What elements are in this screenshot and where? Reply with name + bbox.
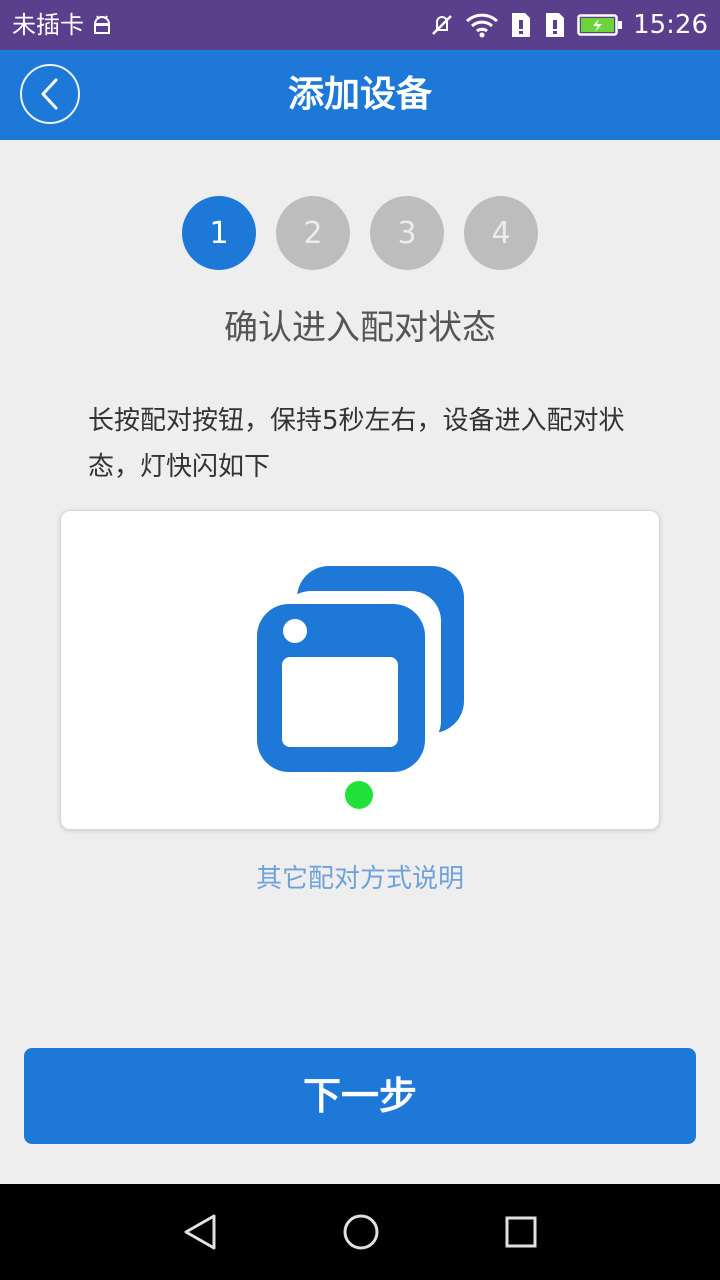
carrier-label: 未插卡 (12, 11, 84, 39)
carrier-status: 未插卡 (12, 8, 114, 42)
battery-charging-icon (577, 14, 623, 36)
clock: 15:26 (633, 10, 708, 40)
sim2-alert-icon (546, 13, 565, 37)
illustration-card (60, 510, 660, 830)
android-icon (93, 15, 111, 34)
mute-icon (432, 15, 452, 35)
wifi-icon (466, 13, 499, 38)
other-pairing-methods-link[interactable]: 其它配对方式说明 (0, 856, 720, 902)
nav-back-icon[interactable] (181, 1212, 221, 1252)
section-title: 确认进入配对状态 (224, 308, 496, 348)
device-pairing-icon (257, 566, 464, 809)
sim1-alert-icon (512, 13, 531, 37)
back-button[interactable] (20, 64, 80, 124)
next-step-button[interactable]: 下一步 (24, 1048, 696, 1144)
step-indicator: 1 2 3 4 (0, 196, 720, 270)
status-bar: 未插卡 15:26 (0, 0, 720, 50)
nav-home-icon[interactable] (341, 1212, 381, 1252)
pairing-indicator-light (345, 781, 373, 809)
nav-recents-icon[interactable] (501, 1212, 541, 1252)
step-1: 1 (182, 196, 256, 270)
back-icon (41, 78, 58, 110)
step-3: 3 (370, 196, 444, 270)
app-bar: 添加设备 (0, 50, 720, 140)
pairing-instructions: 长按配对按钮，保持5秒左右，设备进入配对状态，灯快闪如下 (88, 406, 625, 482)
step-4: 4 (464, 196, 538, 270)
step-2: 2 (276, 196, 350, 270)
page-title: 添加设备 (287, 74, 432, 115)
system-nav-bar (0, 1184, 720, 1280)
